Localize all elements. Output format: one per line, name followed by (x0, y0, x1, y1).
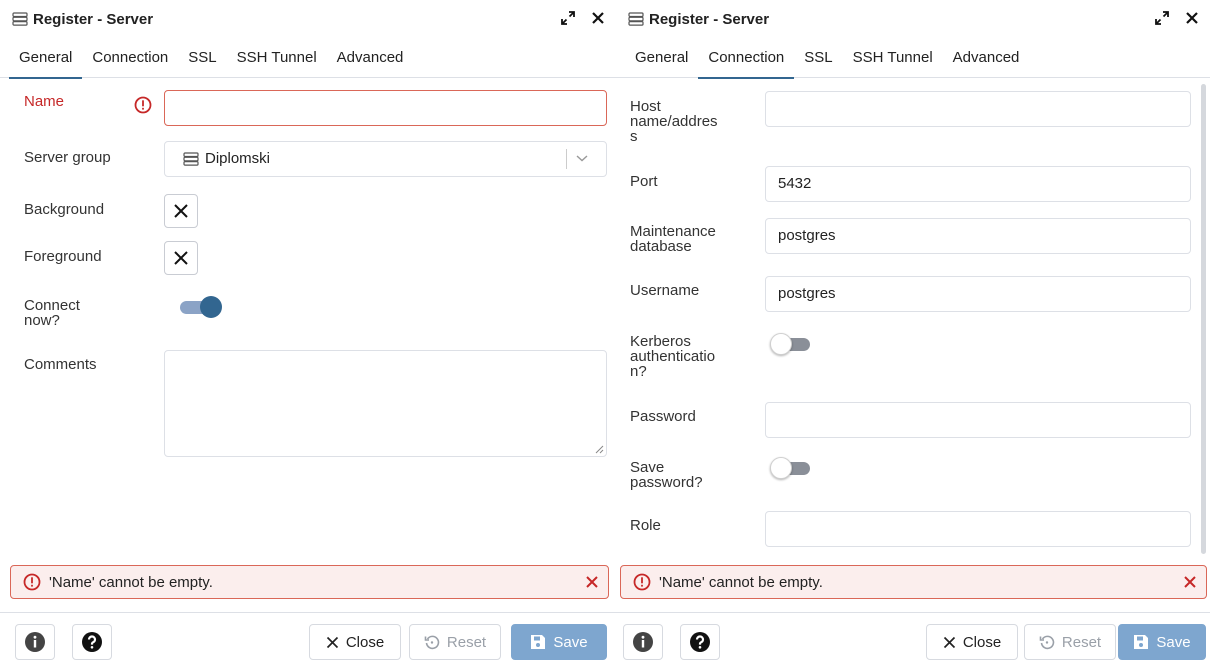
chevron-down-icon[interactable] (575, 142, 589, 176)
tab-ssh-tunnel[interactable]: SSH Tunnel (227, 38, 327, 78)
comments-label: Comments (24, 356, 97, 373)
save-button[interactable]: Save (1118, 624, 1206, 660)
dialog-footer: Close Reset Save (616, 612, 1210, 661)
background-label: Background (24, 201, 105, 218)
error-circle-icon (633, 573, 651, 591)
expand-icon[interactable] (1154, 10, 1170, 26)
x-icon (174, 204, 188, 218)
tab-general[interactable]: General (625, 38, 698, 78)
dialog-title: Register - Server (649, 10, 770, 28)
error-banner: 'Name' cannot be empty. (10, 565, 609, 599)
tab-general[interactable]: General (9, 38, 83, 79)
name-label: Name (24, 93, 65, 110)
close-button[interactable]: Close (926, 624, 1018, 660)
close-icon[interactable] (1184, 10, 1200, 26)
password-label: Password (630, 408, 696, 425)
expand-icon[interactable] (560, 10, 576, 26)
save-password-toggle[interactable] (770, 457, 814, 479)
save-password-label: Save password? (630, 459, 703, 491)
reset-icon (1039, 635, 1055, 650)
register-server-dialog-general: Register - Server General Connection SSL… (0, 0, 616, 661)
info-icon (25, 632, 45, 652)
server-icon (183, 152, 199, 166)
foreground-color-picker[interactable] (164, 241, 198, 275)
x-icon (174, 251, 188, 265)
maintenance-db-input[interactable]: postgres (765, 218, 1191, 254)
tab-connection[interactable]: Connection (698, 38, 795, 79)
connect-now-label: Connect now? (24, 297, 80, 329)
tab-ssh-tunnel[interactable]: SSH Tunnel (843, 38, 943, 78)
error-banner: 'Name' cannot be empty. (620, 565, 1207, 599)
save-icon (1134, 635, 1149, 649)
dialog-title: Register - Server (33, 10, 154, 28)
tab-ssl[interactable]: SSL (178, 38, 226, 78)
dialog-footer: Close Reset Save (0, 612, 616, 661)
foreground-label: Foreground (24, 248, 102, 265)
help-icon (82, 632, 102, 652)
name-input[interactable] (164, 90, 607, 126)
server-icon (628, 12, 644, 26)
username-input[interactable]: postgres (765, 276, 1191, 312)
help-icon (690, 632, 710, 652)
maintenance-db-label: Maintenance database (630, 223, 716, 255)
error-circle-icon (134, 96, 152, 114)
error-message: 'Name' cannot be empty. (49, 573, 213, 591)
error-circle-icon (23, 573, 41, 591)
role-input[interactable] (765, 511, 1191, 547)
kerberos-label: Kerberos authenticatio n? (630, 333, 716, 380)
server-icon (12, 12, 28, 26)
help-button[interactable] (680, 624, 720, 660)
port-label: Port (630, 173, 658, 190)
info-button[interactable] (623, 624, 663, 660)
connect-now-toggle[interactable] (176, 296, 222, 318)
tab-advanced[interactable]: Advanced (327, 38, 414, 78)
close-button[interactable]: Close (309, 624, 401, 660)
port-input[interactable]: 5432 (765, 166, 1191, 202)
dismiss-error-icon[interactable] (1182, 574, 1198, 590)
reset-button[interactable]: Reset (409, 624, 501, 660)
reset-icon (424, 635, 440, 650)
comments-textarea[interactable] (164, 350, 607, 457)
save-button[interactable]: Save (511, 624, 607, 660)
password-input[interactable] (765, 402, 1191, 438)
dismiss-error-icon[interactable] (584, 574, 600, 590)
tab-ssl[interactable]: SSL (794, 38, 842, 78)
info-button[interactable] (15, 624, 55, 660)
register-server-dialog-connection: Register - Server General Connection SSL… (616, 0, 1210, 661)
host-label: Host name/addres s (630, 98, 718, 145)
kerberos-toggle[interactable] (770, 333, 814, 355)
dialog-titlebar[interactable]: Register - Server (616, 0, 1210, 38)
reset-button[interactable]: Reset (1024, 624, 1116, 660)
tab-bar: General Connection SSL SSH Tunnel Advanc… (0, 38, 616, 79)
host-input[interactable] (765, 91, 1191, 127)
tab-bar: General Connection SSL SSH Tunnel Advanc… (616, 38, 1210, 79)
help-button[interactable] (72, 624, 112, 660)
server-group-label: Server group (24, 149, 111, 166)
close-icon[interactable] (590, 10, 606, 26)
background-color-picker[interactable] (164, 194, 198, 228)
tab-advanced[interactable]: Advanced (943, 38, 1030, 78)
tab-connection[interactable]: Connection (82, 38, 178, 78)
error-message: 'Name' cannot be empty. (659, 573, 823, 591)
save-icon (531, 635, 546, 649)
server-group-value: Diplomski (205, 150, 271, 167)
dialog-titlebar[interactable]: Register - Server (0, 0, 616, 38)
server-group-select[interactable]: Diplomski (164, 141, 607, 177)
info-icon (633, 632, 653, 652)
x-icon (943, 636, 955, 648)
vertical-scrollbar[interactable] (1201, 84, 1206, 554)
role-label: Role (630, 517, 661, 534)
x-icon (326, 636, 338, 648)
username-label: Username (630, 282, 700, 299)
